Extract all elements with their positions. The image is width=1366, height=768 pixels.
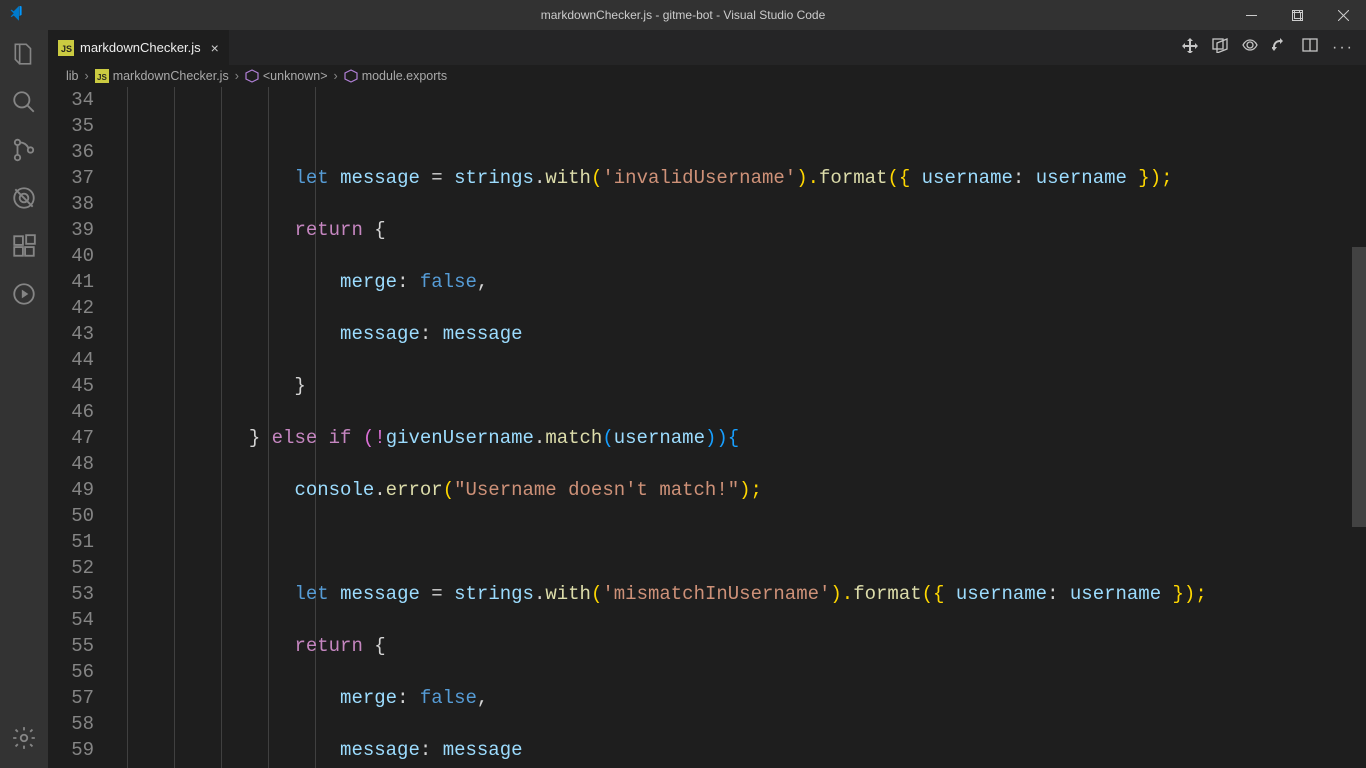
explorer-icon[interactable]: [0, 30, 48, 78]
chevron-right-icon: ›: [83, 69, 91, 83]
editor[interactable]: 3435363738394041424344454647484950515253…: [48, 87, 1366, 768]
extensions-icon[interactable]: [0, 222, 48, 270]
js-file-icon: JS: [58, 40, 74, 56]
title-bar: markdownChecker.js - gitme-bot - Visual …: [0, 0, 1366, 30]
close-button[interactable]: [1320, 0, 1366, 30]
symbol-icon: [245, 69, 259, 83]
svg-text:JS: JS: [97, 73, 107, 82]
chevron-right-icon: ›: [233, 69, 241, 83]
chevron-right-icon: ›: [332, 69, 340, 83]
symbol-icon: [344, 69, 358, 83]
svg-text:JS: JS: [61, 44, 72, 54]
breadcrumb-sym1[interactable]: <unknown>: [263, 69, 328, 83]
line-number-gutter: 3435363738394041424344454647484950515253…: [48, 87, 112, 768]
tab-spacer: [230, 30, 1170, 65]
tab-label: markdownChecker.js: [80, 40, 201, 55]
maximize-button[interactable]: [1274, 0, 1320, 30]
open-changes-icon[interactable]: [1212, 37, 1228, 58]
more-actions-icon[interactable]: ···: [1332, 40, 1354, 56]
split-editor-icon[interactable]: [1302, 37, 1318, 58]
debug-icon[interactable]: [0, 174, 48, 222]
js-file-icon: JS: [95, 69, 109, 83]
search-icon[interactable]: [0, 78, 48, 126]
breadcrumb-sym2[interactable]: module.exports: [362, 69, 447, 83]
activity-bar: [0, 30, 48, 768]
code-area[interactable]: let message = strings.with('invalidUsern…: [112, 87, 1352, 768]
gitlens-file-history-icon[interactable]: [1272, 37, 1288, 58]
window-title: markdownChecker.js - gitme-bot - Visual …: [0, 8, 1366, 22]
minimize-button[interactable]: [1228, 0, 1274, 30]
gitlens-compare-icon[interactable]: [1182, 37, 1198, 58]
live-share-icon[interactable]: [0, 270, 48, 318]
tab-close-icon[interactable]: ×: [211, 40, 219, 56]
editor-group: JS markdownChecker.js × ··· lib › JS mar…: [48, 30, 1366, 768]
editor-actions: ···: [1170, 30, 1366, 65]
tab-bar: JS markdownChecker.js × ···: [48, 30, 1366, 65]
settings-gear-icon[interactable]: [0, 714, 48, 762]
gitlens-toggle-icon[interactable]: [1242, 37, 1258, 58]
breadcrumb[interactable]: lib › JS markdownChecker.js › <unknown> …: [48, 65, 1366, 87]
scrollbar-thumb[interactable]: [1352, 247, 1366, 527]
vscode-logo-icon: [0, 6, 35, 24]
source-control-icon[interactable]: [0, 126, 48, 174]
vertical-scrollbar[interactable]: [1352, 87, 1366, 768]
breadcrumb-file[interactable]: markdownChecker.js: [113, 69, 229, 83]
breadcrumb-lib[interactable]: lib: [66, 69, 79, 83]
tab-markdown-checker[interactable]: JS markdownChecker.js ×: [48, 30, 230, 65]
window-controls: [1228, 0, 1366, 30]
